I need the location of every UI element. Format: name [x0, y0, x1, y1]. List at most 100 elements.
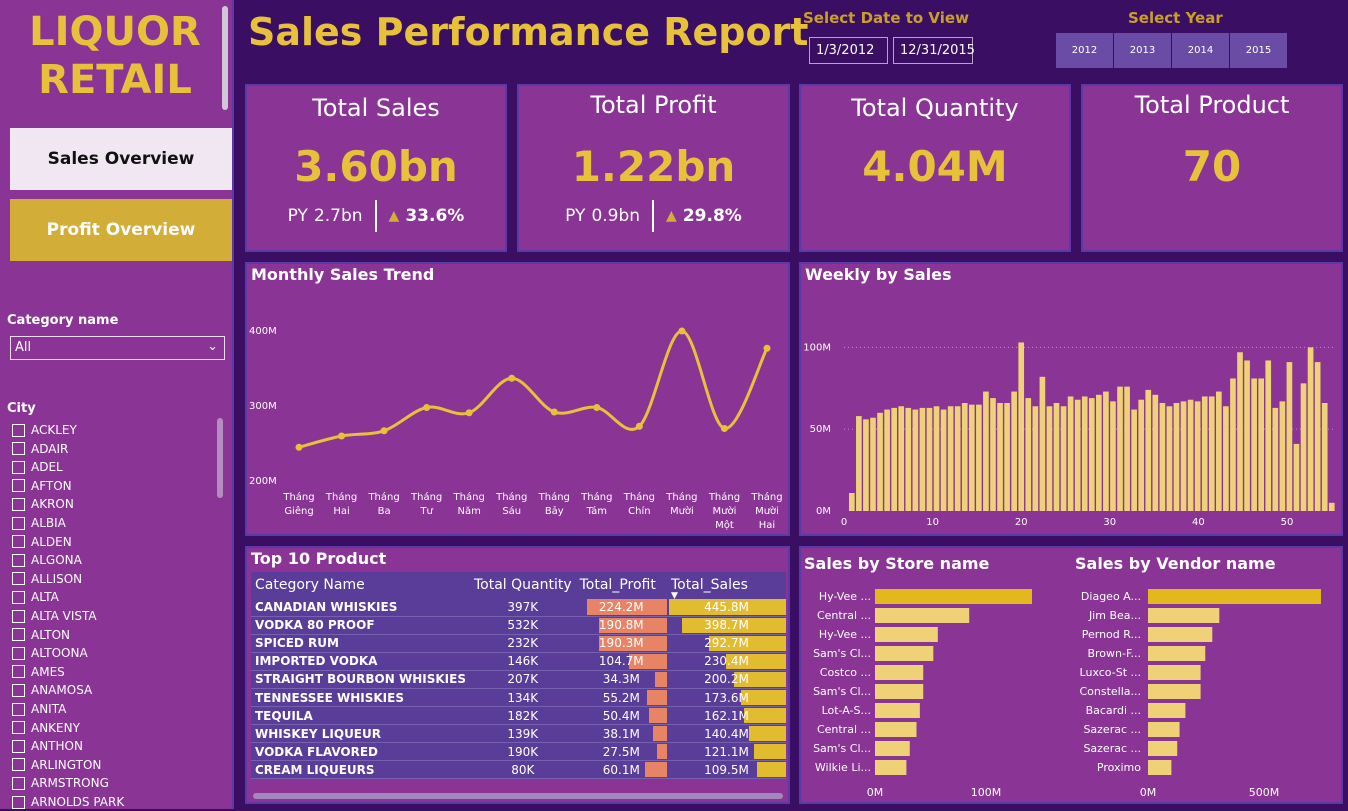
weekly-bar[interactable] [997, 403, 1003, 511]
weekly-bar[interactable] [1208, 396, 1215, 511]
date-start-input[interactable]: 1/3/2012 [809, 37, 888, 64]
weekly-bar[interactable] [891, 407, 897, 511]
bar[interactable] [1148, 684, 1201, 699]
city-option[interactable]: AFTON [12, 477, 72, 495]
weekly-bar[interactable] [863, 419, 869, 511]
table-row[interactable]: STRAIGHT BOURBON WHISKIES 207K 34.3M 200.2M [251, 670, 786, 689]
weekly-bar[interactable] [1060, 406, 1067, 511]
weekly-bar[interactable] [940, 409, 947, 511]
data-point[interactable] [380, 427, 388, 435]
bar[interactable] [875, 665, 924, 680]
weekly-bar[interactable] [1081, 396, 1088, 511]
sales-by-store-chart[interactable]: Hy-Vee ... Central ... Hy-Vee ... Sam's Cl.… [801, 574, 1071, 804]
city-checkbox[interactable] [12, 609, 25, 623]
bar[interactable] [1148, 703, 1186, 718]
weekly-bar[interactable] [884, 409, 890, 511]
year-button-2014[interactable]: 2014 [1172, 33, 1229, 68]
city-option[interactable]: ANKENY [12, 719, 80, 737]
city-option[interactable]: ARLINGTON [12, 756, 101, 774]
weekly-bar[interactable] [1110, 401, 1116, 511]
weekly-bar[interactable] [1201, 396, 1208, 511]
data-point[interactable] [635, 422, 643, 430]
data-point[interactable] [720, 425, 728, 432]
col-total-quantity[interactable]: Total Quantity [469, 572, 576, 598]
weekly-bar[interactable] [877, 412, 883, 511]
table-row[interactable]: TEQUILA 182K 50.4M 162.1M [251, 706, 786, 726]
weekly-bar[interactable] [1328, 502, 1335, 511]
weekly-bar[interactable] [1314, 362, 1321, 511]
data-point[interactable] [295, 443, 303, 451]
date-end-input[interactable]: 12/31/2015 [893, 37, 975, 64]
data-point[interactable] [593, 404, 601, 411]
bar[interactable] [1148, 589, 1321, 604]
weekly-bar[interactable] [870, 417, 876, 511]
logo-scrollbar[interactable] [222, 6, 228, 110]
data-point[interactable] [550, 408, 558, 416]
col-total-sales[interactable]: Total_Sales ▼ [666, 572, 786, 601]
city-checkbox[interactable] [12, 683, 25, 697]
profit-overview-button[interactable]: Profit Overview [10, 199, 232, 261]
weekly-bar[interactable] [1046, 406, 1053, 511]
weekly-bar[interactable] [961, 403, 968, 511]
weekly-bar[interactable] [919, 407, 926, 511]
weekly-bar[interactable] [849, 493, 855, 511]
table-row[interactable]: CANADIAN WHISKIES 397K 224.2M 445.8M [251, 598, 786, 617]
city-checkbox[interactable] [12, 665, 25, 679]
weekly-bar[interactable] [983, 391, 989, 511]
weekly-bar[interactable] [1223, 406, 1229, 511]
city-checkbox[interactable] [12, 442, 25, 456]
city-option[interactable]: ADEL [12, 458, 63, 476]
weekly-bar[interactable] [1307, 347, 1314, 511]
city-checkbox[interactable] [12, 423, 25, 437]
city-checkbox[interactable] [12, 516, 25, 530]
weekly-bar[interactable] [954, 406, 961, 511]
weekly-bar[interactable] [968, 404, 975, 511]
city-checkbox[interactable] [12, 795, 25, 809]
bar[interactable] [875, 627, 938, 642]
weekly-bar[interactable] [926, 407, 933, 511]
weekly-bar[interactable] [1053, 403, 1060, 511]
weekly-bar[interactable] [1272, 407, 1279, 511]
weekly-bar[interactable] [1152, 394, 1159, 511]
city-option[interactable]: ALTON [12, 626, 70, 644]
bar[interactable] [1148, 627, 1213, 642]
year-button-2013[interactable]: 2013 [1114, 33, 1171, 68]
data-point[interactable] [678, 327, 686, 335]
weekly-bar[interactable] [1173, 403, 1180, 511]
city-checkbox[interactable] [12, 497, 25, 511]
bar[interactable] [1148, 608, 1220, 623]
weekly-bar[interactable] [1138, 399, 1145, 511]
sales-overview-button[interactable]: Sales Overview [10, 128, 232, 190]
weekly-bar[interactable] [1300, 383, 1307, 511]
bar[interactable] [875, 646, 934, 661]
weekly-bar[interactable] [1039, 376, 1046, 511]
bar[interactable] [1148, 741, 1178, 756]
weekly-bar[interactable] [1279, 401, 1286, 511]
city-option[interactable]: ALBIA [12, 514, 66, 532]
bar[interactable] [1148, 760, 1172, 775]
weekly-bar[interactable] [1230, 378, 1236, 511]
bar[interactable] [1148, 722, 1180, 737]
city-option[interactable]: ANITA [12, 700, 66, 718]
weekly-bar[interactable] [1180, 401, 1187, 511]
weekly-bar[interactable] [905, 407, 912, 511]
weekly-bar[interactable] [1286, 362, 1293, 511]
year-button-2012[interactable]: 2012 [1056, 33, 1113, 68]
weekly-bar[interactable] [1244, 360, 1250, 511]
bar[interactable] [875, 760, 907, 775]
city-option[interactable]: ALTA [12, 588, 59, 606]
city-option[interactable]: ALTA VISTA [12, 607, 97, 625]
city-option[interactable]: ARNOLDS PARK [12, 793, 124, 811]
weekly-bar[interactable] [1159, 403, 1166, 511]
table-row[interactable]: IMPORTED VODKA 146K 104.7M 230.4M [251, 652, 786, 671]
col-total-profit[interactable]: Total_Profit [575, 572, 667, 598]
bar[interactable] [1148, 665, 1201, 680]
category-dropdown[interactable]: All ⌄ [10, 336, 225, 360]
weekly-bar[interactable] [976, 404, 982, 511]
sales-by-vendor-chart[interactable]: Diageo A... Jim Bea... Pernod R... Brown-F.… [1071, 574, 1341, 804]
bar[interactable] [875, 608, 970, 623]
weekly-bar[interactable] [898, 406, 905, 511]
weekly-bar[interactable] [1293, 443, 1300, 511]
city-checkbox[interactable] [12, 628, 25, 642]
city-option[interactable]: ALDEN [12, 533, 72, 551]
